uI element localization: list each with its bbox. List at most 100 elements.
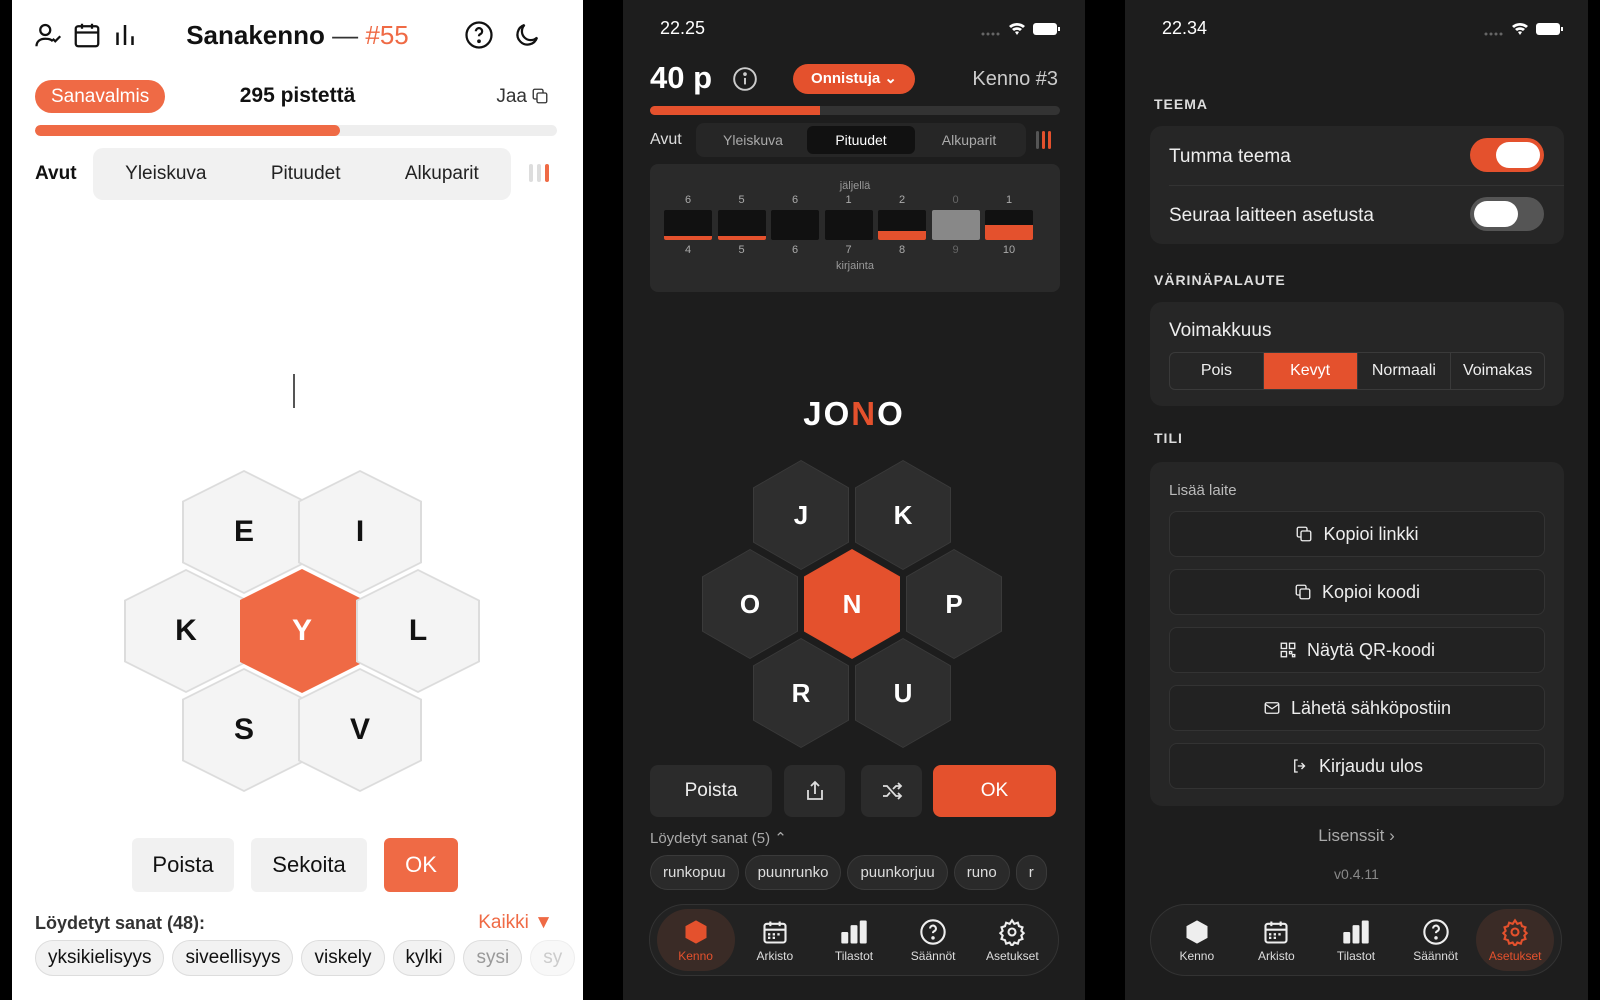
ok-button[interactable]: OK: [933, 765, 1056, 817]
moon-icon[interactable]: [512, 20, 542, 50]
tab-stats[interactable]: Tilastot: [815, 909, 893, 971]
title-separator: —: [332, 20, 359, 50]
tab-archive[interactable]: Arkisto: [1237, 909, 1315, 971]
letter-tile[interactable]: I: [298, 470, 422, 594]
word-chip[interactable]: siveellisyys: [172, 940, 294, 976]
help-circle-icon[interactable]: [464, 20, 494, 50]
haptic-card: Voimakkuus Pois Kevyt Normaali Voimakas: [1150, 302, 1564, 406]
center-letter-tile[interactable]: Y: [240, 569, 364, 693]
tab-archive[interactable]: Arkisto: [736, 909, 814, 971]
hints-label: Avut: [35, 163, 77, 184]
page-title: Sanakenno — #55: [12, 20, 583, 51]
length-column: 55: [717, 194, 766, 256]
progress-bar: [35, 125, 557, 136]
show-qr-button[interactable]: Näytä QR-koodi: [1169, 627, 1545, 673]
tab-settings[interactable]: Asetukset: [1476, 909, 1555, 971]
tab-lengths[interactable]: Pituudet: [271, 163, 341, 185]
word-chip[interactable]: sysi: [463, 940, 523, 976]
share-button[interactable]: [784, 765, 845, 817]
delete-button[interactable]: Poista: [132, 838, 234, 892]
hexagon-icon: [1183, 918, 1211, 946]
info-icon[interactable]: [732, 66, 758, 97]
action-label: Kirjaudu ulos: [1318, 755, 1424, 776]
rank-dropdown[interactable]: Onnistuja ⌄: [793, 64, 915, 94]
found-words-toggle[interactable]: Löydetyt sanat (5) ⌃: [650, 829, 787, 847]
hint-level-icon[interactable]: [529, 164, 553, 187]
letter-honeycomb: E I K Y L S V: [112, 470, 480, 810]
tab-pairs[interactable]: Alkuparit: [915, 126, 1023, 154]
intensity-normal[interactable]: Normaali: [1358, 353, 1452, 389]
copy-code-button[interactable]: Kopioi koodi: [1169, 569, 1545, 615]
shuffle-button[interactable]: Sekoita: [251, 838, 367, 892]
word-chip[interactable]: sy: [530, 940, 575, 976]
action-label: Lähetä sähköpostiin: [1290, 697, 1452, 718]
intensity-light[interactable]: Kevyt: [1263, 353, 1358, 389]
letter-tile[interactable]: K: [124, 569, 248, 693]
length-column: 66: [771, 194, 819, 256]
intensity-off[interactable]: Pois: [1170, 353, 1264, 389]
tab-stats[interactable]: Tilastot: [1317, 909, 1395, 971]
letter-tile[interactable]: U: [855, 638, 951, 748]
status-time: 22.34: [1162, 18, 1208, 38]
letter-tile[interactable]: V: [298, 668, 422, 792]
intensity-label: Voimakkuus: [1169, 320, 1272, 341]
filter-dropdown[interactable]: Kaikki ▼: [478, 912, 553, 934]
licenses-link[interactable]: Lisenssit ›: [1125, 826, 1588, 846]
tab-kenno[interactable]: Kenno: [656, 909, 735, 971]
word-chip[interactable]: viskely: [301, 940, 385, 976]
ok-button[interactable]: OK: [384, 838, 458, 892]
letter-tile[interactable]: E: [182, 470, 306, 594]
word-chip[interactable]: yksikielisyys: [35, 940, 165, 976]
tab-overview[interactable]: Yleiskuva: [125, 163, 206, 185]
length-value: 10: [1002, 244, 1016, 256]
dark-theme-toggle[interactable]: [1470, 138, 1544, 172]
letter-tile[interactable]: R: [753, 638, 849, 748]
length-value: 8: [898, 244, 906, 256]
center-letter-tile[interactable]: N: [804, 549, 900, 659]
found-words-label: Löydetyt sanat (48):: [35, 913, 206, 933]
letter-tile[interactable]: P: [906, 549, 1002, 659]
word-chip[interactable]: runkopuu: [650, 855, 739, 890]
delete-button[interactable]: Poista: [650, 765, 772, 817]
follow-device-toggle[interactable]: [1470, 197, 1544, 231]
letter-tile[interactable]: S: [182, 668, 306, 792]
tab-rules[interactable]: Säännöt: [894, 909, 972, 971]
length-value: 7: [845, 244, 852, 256]
letter-tile[interactable]: L: [356, 569, 480, 693]
tab-kenno[interactable]: Kenno: [1158, 909, 1236, 971]
tab-rules[interactable]: Säännöt: [1397, 909, 1475, 971]
length-bar-fill: [878, 231, 926, 240]
length-remaining: 5: [738, 194, 745, 206]
status-bar: 22.25: [623, 18, 1085, 42]
length-remaining: 6: [791, 194, 799, 206]
puzzle-number: #55: [365, 20, 409, 50]
tab-pairs[interactable]: Alkuparit: [405, 163, 479, 185]
send-email-button[interactable]: Lähetä sähköpostiin: [1169, 685, 1545, 731]
word-chip[interactable]: puunkorjuu: [847, 855, 948, 890]
word-chip[interactable]: r: [1015, 855, 1047, 890]
length-bar: [931, 210, 980, 240]
rank-label: Onnistuja: [811, 70, 881, 87]
word-input-caret[interactable]: [293, 374, 295, 408]
tab-label: Säännöt: [1413, 948, 1458, 963]
word-chip[interactable]: runo: [953, 855, 1010, 890]
letter-tile[interactable]: K: [855, 460, 951, 570]
intensity-strong[interactable]: Voimakas: [1451, 353, 1544, 389]
tab-overview[interactable]: Yleiskuva: [699, 126, 807, 154]
shuffle-button[interactable]: [861, 765, 922, 817]
tab-lengths[interactable]: Pituudet: [807, 126, 915, 154]
copy-link-button[interactable]: Kopioi linkki: [1169, 511, 1545, 557]
word-chip[interactable]: puunrunko: [744, 855, 842, 890]
letter-tile[interactable]: O: [702, 549, 798, 659]
share-button[interactable]: Jaa: [496, 86, 549, 108]
length-bar: [717, 210, 766, 240]
progress-fill: [650, 106, 821, 115]
length-bar: [878, 210, 926, 240]
length-bar: [664, 210, 712, 240]
letter-tile[interactable]: J: [753, 460, 849, 570]
hint-level-icon[interactable]: [1036, 131, 1054, 154]
word-chip[interactable]: kylki: [392, 940, 456, 976]
logout-button[interactable]: Kirjaudu ulos: [1169, 743, 1545, 789]
tab-settings[interactable]: Asetukset: [973, 909, 1051, 971]
gear-icon: [998, 917, 1026, 946]
